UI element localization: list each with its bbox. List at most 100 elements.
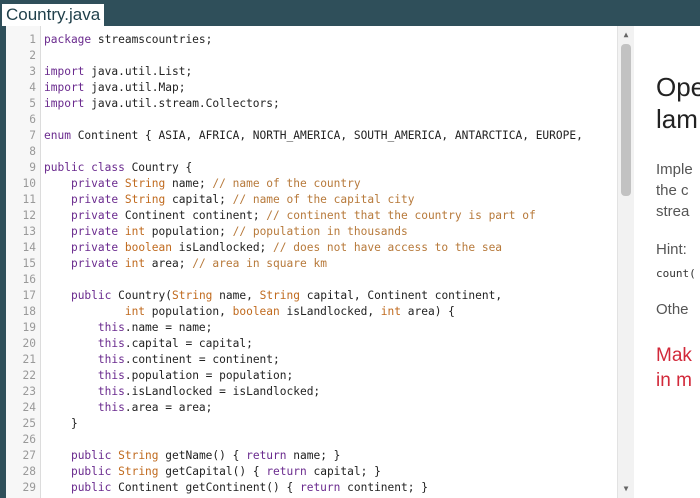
line-number: 4 [29, 81, 36, 94]
code-line[interactable]: 4 import java.util.Map; [6, 80, 618, 96]
code-token: private [70, 241, 125, 254]
code-line[interactable]: 1 package streamscountries; [6, 32, 618, 48]
code-text[interactable]: private String capital; // name of the c… [44, 192, 415, 208]
code-token: Continent { ASIA, AFRICA, NORTH_AMERICA,… [77, 129, 583, 142]
code-line[interactable]: 17 public Country(String name, String ca… [6, 288, 618, 304]
code-line[interactable]: 3 import java.util.List; [6, 64, 618, 80]
code-text[interactable]: this.population = population; [44, 368, 293, 384]
code-editor[interactable]: 1 package streamscountries; 2 3 import java.… [6, 26, 634, 498]
code-line[interactable]: 18 int population, boolean isLandlocked,… [6, 304, 618, 320]
scrollbar-thumb[interactable] [621, 44, 631, 196]
code-text[interactable]: public String getName() { return name; } [44, 448, 340, 464]
code-text[interactable]: int population, boolean isLandlocked, in… [44, 304, 455, 320]
code-line[interactable]: 6 [6, 112, 618, 128]
code-line[interactable]: 25 } [6, 416, 618, 432]
code-line[interactable]: 9 public class Country { [6, 160, 618, 176]
code-text[interactable]: this.continent = continent; [44, 352, 280, 368]
code-line[interactable]: 27 public String getName() { return name… [6, 448, 618, 464]
code-text[interactable]: package streamscountries; [44, 32, 212, 48]
code-text[interactable]: import java.util.Map; [44, 80, 185, 96]
line-number: 16 [22, 273, 36, 286]
code-line[interactable]: 23 this.isLandlocked = isLandlocked; [6, 384, 618, 400]
code-text[interactable]: public Country(String name, String capit… [44, 288, 502, 304]
scroll-up-icon[interactable]: ▲ [618, 28, 634, 42]
panel-body-line-3: strea [656, 203, 690, 220]
code-text[interactable]: public String getCapital() { return capi… [44, 464, 381, 480]
code-token: // area in square km [192, 257, 327, 270]
code-token: String [259, 289, 307, 302]
code-line[interactable]: 22 this.population = population; [6, 368, 618, 384]
code-token: this [97, 321, 125, 334]
code-token: java.util.stream.Collectors; [91, 97, 280, 110]
code-line[interactable]: 20 this.capital = capital; [6, 336, 618, 352]
code-text[interactable]: private boolean isLandlocked; // does no… [44, 240, 502, 256]
code-text[interactable]: private Continent continent; // continen… [44, 208, 536, 224]
code-token: boolean [124, 241, 179, 254]
line-number: 29 [22, 481, 36, 494]
vertical-scrollbar[interactable]: ▲ ▼ [617, 26, 634, 498]
line-number: 17 [22, 289, 36, 302]
code-line[interactable]: 12 private Continent continent; // conti… [6, 208, 618, 224]
code-token: // population in thousands [232, 225, 408, 238]
code-line[interactable]: 2 [6, 48, 618, 64]
code-text[interactable]: import java.util.stream.Collectors; [44, 96, 280, 112]
scroll-down-icon[interactable]: ▼ [618, 482, 634, 496]
panel-heading-line-1: Ope [656, 72, 700, 102]
code-token: int [380, 305, 408, 318]
code-token: public [70, 289, 119, 302]
code-text[interactable]: private int population; // population in… [44, 224, 408, 240]
code-token: streamscountries; [97, 33, 213, 46]
code-line[interactable]: 19 this.name = name; [6, 320, 618, 336]
code-line[interactable]: 28 public String getCapital() { return c… [6, 464, 618, 480]
code-token: getCapital() { [165, 465, 267, 478]
code-token: .area = area; [124, 401, 213, 414]
code-token: // name of the country [212, 177, 361, 190]
code-line[interactable]: 14 private boolean isLandlocked; // does… [6, 240, 618, 256]
code-text[interactable]: import java.util.List; [44, 64, 192, 80]
code-text[interactable]: private int area; // area in square km [44, 256, 327, 272]
code-token: int [124, 225, 152, 238]
code-text[interactable]: this.area = area; [44, 400, 213, 416]
code-text[interactable]: this.isLandlocked = isLandlocked; [44, 384, 320, 400]
code-line[interactable]: 21 this.continent = continent; [6, 352, 618, 368]
line-number: 11 [22, 193, 36, 206]
emphasis-line-2: in m [656, 370, 692, 391]
line-number: 14 [22, 241, 36, 254]
code-text[interactable]: } [44, 416, 78, 432]
code-line[interactable]: 7 enum Continent { ASIA, AFRICA, NORTH_AM… [6, 128, 618, 144]
code-line[interactable]: 29 public Continent getContinent() { ret… [6, 480, 618, 496]
code-line[interactable]: 24 this.area = area; [6, 400, 618, 416]
code-line[interactable]: 5 import java.util.stream.Collectors; [6, 96, 618, 112]
code-token: public [70, 481, 119, 494]
code-text[interactable]: this.name = name; [44, 320, 213, 336]
code-token: Country { [131, 161, 193, 174]
panel-body-line-1: Imple [656, 161, 693, 178]
code-token: capital, Continent continent, [306, 289, 503, 302]
code-text[interactable]: public class Country { [44, 160, 192, 176]
code-text[interactable]: enum Continent { ASIA, AFRICA, NORTH_AME… [44, 128, 583, 144]
code-line[interactable]: 26 [6, 432, 618, 448]
line-number: 6 [29, 113, 36, 126]
code-line[interactable]: 13 private int population; // population… [6, 224, 618, 240]
code-token: return [246, 449, 294, 462]
code-token: java.util.List; [91, 65, 193, 78]
code-text[interactable]: this.capital = capital; [44, 336, 253, 352]
code-line[interactable]: 16 [6, 272, 618, 288]
code-token: capital; } [313, 465, 381, 478]
code-line[interactable]: 11 private String capital; // name of th… [6, 192, 618, 208]
panel-body-line-2: the c [656, 182, 689, 199]
code-line[interactable]: 15 private int area; // area in square k… [6, 256, 618, 272]
code-line[interactable]: 8 [6, 144, 618, 160]
code-text[interactable]: private String name; // name of the coun… [44, 176, 361, 192]
file-tab-title[interactable]: Country.java [2, 4, 105, 26]
code-text[interactable]: public Continent getContinent() { return… [44, 480, 428, 496]
code-token: area; [151, 257, 193, 270]
line-number: 27 [22, 449, 36, 462]
code-token: private [70, 193, 125, 206]
code-line[interactable]: 10 private String name; // name of the c… [6, 176, 618, 192]
code-area[interactable]: 1 package streamscountries; 2 3 import java.… [6, 32, 618, 496]
